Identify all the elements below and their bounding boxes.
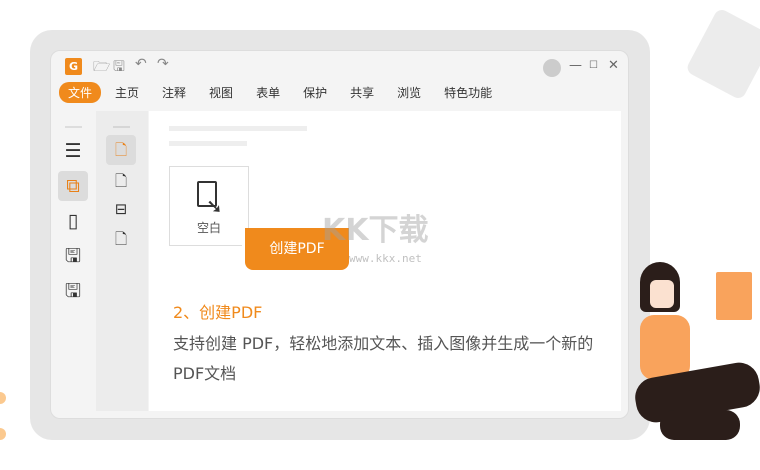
document-illustration: [716, 272, 752, 320]
menu-share[interactable]: 共享: [341, 82, 383, 103]
open-folder-icon[interactable]: 🗁: [93, 56, 110, 80]
menu-bar: 文件 主页 注释 视图 表单 保护 共享 浏览 特色功能: [59, 82, 506, 103]
blank-template-card[interactable]: ➘ 空白: [169, 166, 249, 246]
page-panel-icon[interactable]: ▯: [58, 206, 88, 236]
app-logo: G: [65, 58, 82, 75]
menu-form[interactable]: 表单: [247, 82, 289, 103]
menu-features[interactable]: 特色功能: [435, 82, 501, 103]
info-icon[interactable]: ☰: [58, 136, 88, 166]
decorative-dot: [0, 428, 6, 440]
redo-icon[interactable]: ↷: [157, 56, 169, 72]
card-label: 空白: [196, 221, 221, 235]
menu-view[interactable]: 视图: [200, 82, 242, 103]
menu-home[interactable]: 主页: [106, 82, 148, 103]
from-file-icon[interactable]: 🗋: [106, 166, 136, 196]
watermark: KK下载: [322, 213, 429, 248]
decorative-dot: [0, 392, 6, 404]
step-description: 支持创建 PDF，轻松地添加文本、插入图像并生成一个新的PDF文档: [173, 334, 594, 383]
close-button[interactable]: ✕: [608, 58, 619, 73]
menu-browse[interactable]: 浏览: [388, 82, 430, 103]
watermark-url: www.kkx.net: [349, 252, 422, 265]
step-title: 2、创建PDF: [173, 303, 263, 322]
save-as-icon[interactable]: 🖫: [58, 276, 88, 306]
menu-file[interactable]: 文件: [59, 82, 102, 103]
decorative-card: [684, 7, 760, 101]
minimize-button[interactable]: —: [569, 58, 582, 73]
menu-comment[interactable]: 注释: [153, 82, 195, 103]
left-sidebar: ☰ ⧉ ▯ 🖫 🖫: [51, 111, 96, 411]
menu-protect[interactable]: 保护: [294, 82, 336, 103]
protected-pdf-icon[interactable]: 🗋: [106, 224, 136, 254]
undo-icon[interactable]: ↶: [135, 56, 147, 72]
from-scanner-icon[interactable]: ⊟: [106, 194, 136, 224]
maximize-button[interactable]: ☐: [589, 60, 598, 71]
save-icon[interactable]: 🖫: [113, 56, 125, 80]
user-avatar[interactable]: [543, 59, 561, 77]
blank-pdf-icon[interactable]: 🗋: [106, 135, 136, 165]
save-icon[interactable]: 🖫: [58, 241, 88, 271]
cursor-icon: ➘: [206, 194, 223, 218]
sub-sidebar: 🗋 🗋 ⊟ 🗋: [96, 111, 148, 411]
new-document-icon[interactable]: ⧉: [58, 171, 88, 201]
